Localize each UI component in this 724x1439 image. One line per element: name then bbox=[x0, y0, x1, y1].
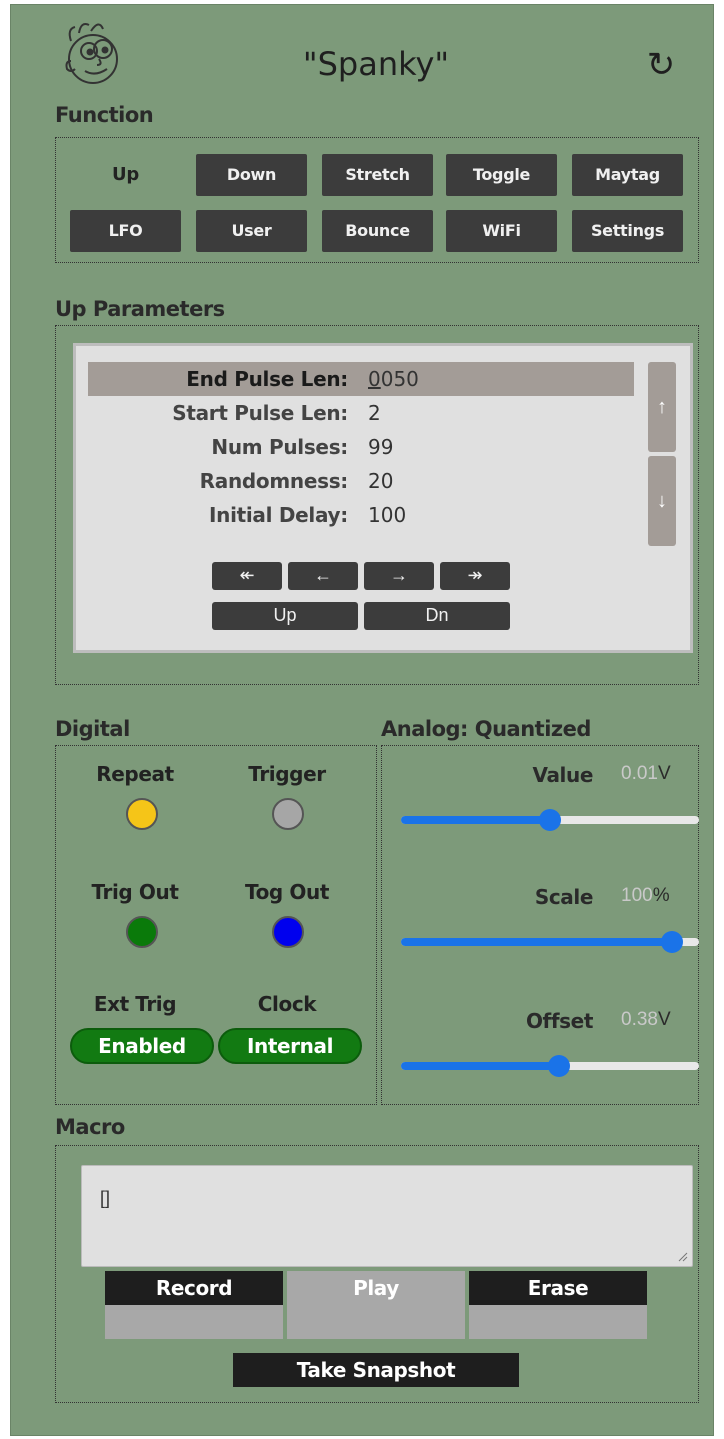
slider-fill bbox=[401, 816, 550, 824]
erase-status-bar bbox=[469, 1305, 647, 1339]
nav-last-button[interactable]: ↠ bbox=[440, 562, 510, 590]
function-label: Function bbox=[55, 103, 154, 127]
macro-label: Macro bbox=[55, 1115, 125, 1139]
function-panel: Up Down Stretch Toggle Maytag LFO User B… bbox=[55, 137, 699, 263]
function-button-bounce[interactable]: Bounce bbox=[322, 210, 433, 252]
param-name: Initial Delay: bbox=[208, 503, 348, 527]
digital-label: Digital bbox=[55, 717, 130, 741]
ext-trig-label: Ext Trig bbox=[93, 992, 177, 1016]
offset-slider[interactable] bbox=[401, 1055, 699, 1077]
nav-next-button[interactable]: → bbox=[364, 562, 434, 590]
param-name: Num Pulses: bbox=[211, 435, 348, 459]
param-row-initial-delay[interactable]: Initial Delay: 100 bbox=[88, 498, 634, 532]
tog-out-label: Tog Out bbox=[244, 880, 329, 904]
value-slider[interactable] bbox=[401, 809, 699, 831]
function-button-settings[interactable]: Settings bbox=[572, 210, 683, 252]
value-up-button[interactable]: Up bbox=[212, 602, 358, 630]
record-button[interactable]: Record bbox=[105, 1271, 283, 1305]
slider-thumb[interactable] bbox=[547, 1055, 570, 1077]
refresh-icon[interactable]: ↻ bbox=[641, 45, 681, 85]
parameters-editor: End Pulse Len: 0050 Start Pulse Len: 2 N… bbox=[73, 343, 693, 653]
scroll-down-button[interactable]: ↓ bbox=[648, 456, 676, 546]
scale-readout: 100% bbox=[621, 885, 670, 907]
value-down-button[interactable]: Dn bbox=[364, 602, 510, 630]
function-button-wifi[interactable]: WiFi bbox=[446, 210, 557, 252]
param-cursor-digit: 0 bbox=[368, 367, 381, 391]
slider-fill bbox=[401, 938, 673, 946]
function-button-toggle[interactable]: Toggle bbox=[446, 154, 557, 196]
scale-label: Scale bbox=[534, 885, 594, 909]
function-button-up[interactable]: Up bbox=[70, 154, 181, 196]
device-title: "Spanky" bbox=[302, 45, 450, 83]
trig-out-indicator bbox=[126, 916, 158, 948]
param-row-num-pulses[interactable]: Num Pulses: 99 bbox=[88, 430, 634, 464]
analog-panel bbox=[381, 745, 699, 1105]
erase-button[interactable]: Erase bbox=[469, 1271, 647, 1305]
param-value: 20 bbox=[368, 469, 394, 493]
param-name: End Pulse Len: bbox=[186, 367, 348, 391]
nav-prev-button[interactable]: ← bbox=[288, 562, 358, 590]
scale-number: 100 bbox=[621, 885, 653, 906]
param-name: Randomness: bbox=[199, 469, 349, 493]
offset-number: 0.38 bbox=[621, 1009, 658, 1030]
trigger-label: Trigger bbox=[248, 762, 326, 786]
function-button-down[interactable]: Down bbox=[196, 154, 307, 196]
macro-textarea[interactable]: [] bbox=[81, 1165, 693, 1267]
offset-readout: 0.38V bbox=[621, 1009, 671, 1031]
offset-unit: V bbox=[657, 1009, 671, 1030]
param-value: 100 bbox=[368, 503, 407, 527]
trigger-indicator[interactable] bbox=[272, 798, 304, 830]
nav-first-button[interactable]: ↞ bbox=[212, 562, 282, 590]
app-panel: "Spanky" ↻ Function Up Down Stretch Togg… bbox=[10, 4, 714, 1436]
tog-out-indicator bbox=[272, 916, 304, 948]
value-label: Value bbox=[532, 763, 593, 787]
function-button-stretch[interactable]: Stretch bbox=[322, 154, 433, 196]
param-value[interactable]: 0050 bbox=[368, 362, 419, 396]
function-button-maytag[interactable]: Maytag bbox=[572, 154, 683, 196]
scale-unit: % bbox=[652, 885, 670, 906]
take-snapshot-button[interactable]: Take Snapshot bbox=[233, 1353, 519, 1387]
param-name: Start Pulse Len: bbox=[172, 401, 348, 425]
param-value: 99 bbox=[368, 435, 394, 459]
analog-label: Analog: Quantized bbox=[381, 717, 591, 741]
play-button[interactable]: Play bbox=[287, 1271, 465, 1339]
slider-thumb[interactable] bbox=[539, 809, 561, 831]
repeat-label: Repeat bbox=[96, 762, 174, 786]
param-value-rest: 050 bbox=[380, 367, 419, 391]
scroll-up-button[interactable]: ↑ bbox=[648, 362, 676, 452]
offset-label: Offset bbox=[525, 1009, 593, 1033]
trig-out-label: Trig Out bbox=[91, 880, 179, 904]
parameters-label: Up Parameters bbox=[55, 297, 225, 321]
repeat-indicator[interactable] bbox=[126, 798, 158, 830]
record-status-bar bbox=[105, 1305, 283, 1339]
slider-fill bbox=[401, 1062, 559, 1070]
function-button-user[interactable]: User bbox=[196, 210, 307, 252]
resize-handle-icon[interactable] bbox=[678, 1252, 688, 1262]
scale-slider[interactable] bbox=[401, 931, 699, 953]
param-value: 2 bbox=[368, 401, 381, 425]
param-row-randomness[interactable]: Randomness: 20 bbox=[88, 464, 634, 498]
clock-label: Clock bbox=[257, 992, 317, 1016]
value-unit: V bbox=[657, 763, 671, 784]
ext-trig-toggle[interactable]: Enabled bbox=[70, 1028, 214, 1064]
face-logo-icon bbox=[65, 23, 118, 84]
param-row-start-pulse-len[interactable]: Start Pulse Len: 2 bbox=[88, 396, 634, 430]
param-row-end-pulse-len[interactable]: End Pulse Len: 0050 bbox=[88, 362, 634, 396]
macro-text: [] bbox=[100, 1188, 111, 1208]
function-button-lfo[interactable]: LFO bbox=[70, 210, 181, 252]
value-readout: 0.01V bbox=[621, 763, 671, 785]
clock-toggle[interactable]: Internal bbox=[218, 1028, 362, 1064]
slider-thumb[interactable] bbox=[661, 931, 684, 953]
value-number: 0.01 bbox=[621, 763, 658, 784]
digital-panel: Repeat Trigger Trig Out Tog Out Ext Trig… bbox=[55, 745, 377, 1105]
